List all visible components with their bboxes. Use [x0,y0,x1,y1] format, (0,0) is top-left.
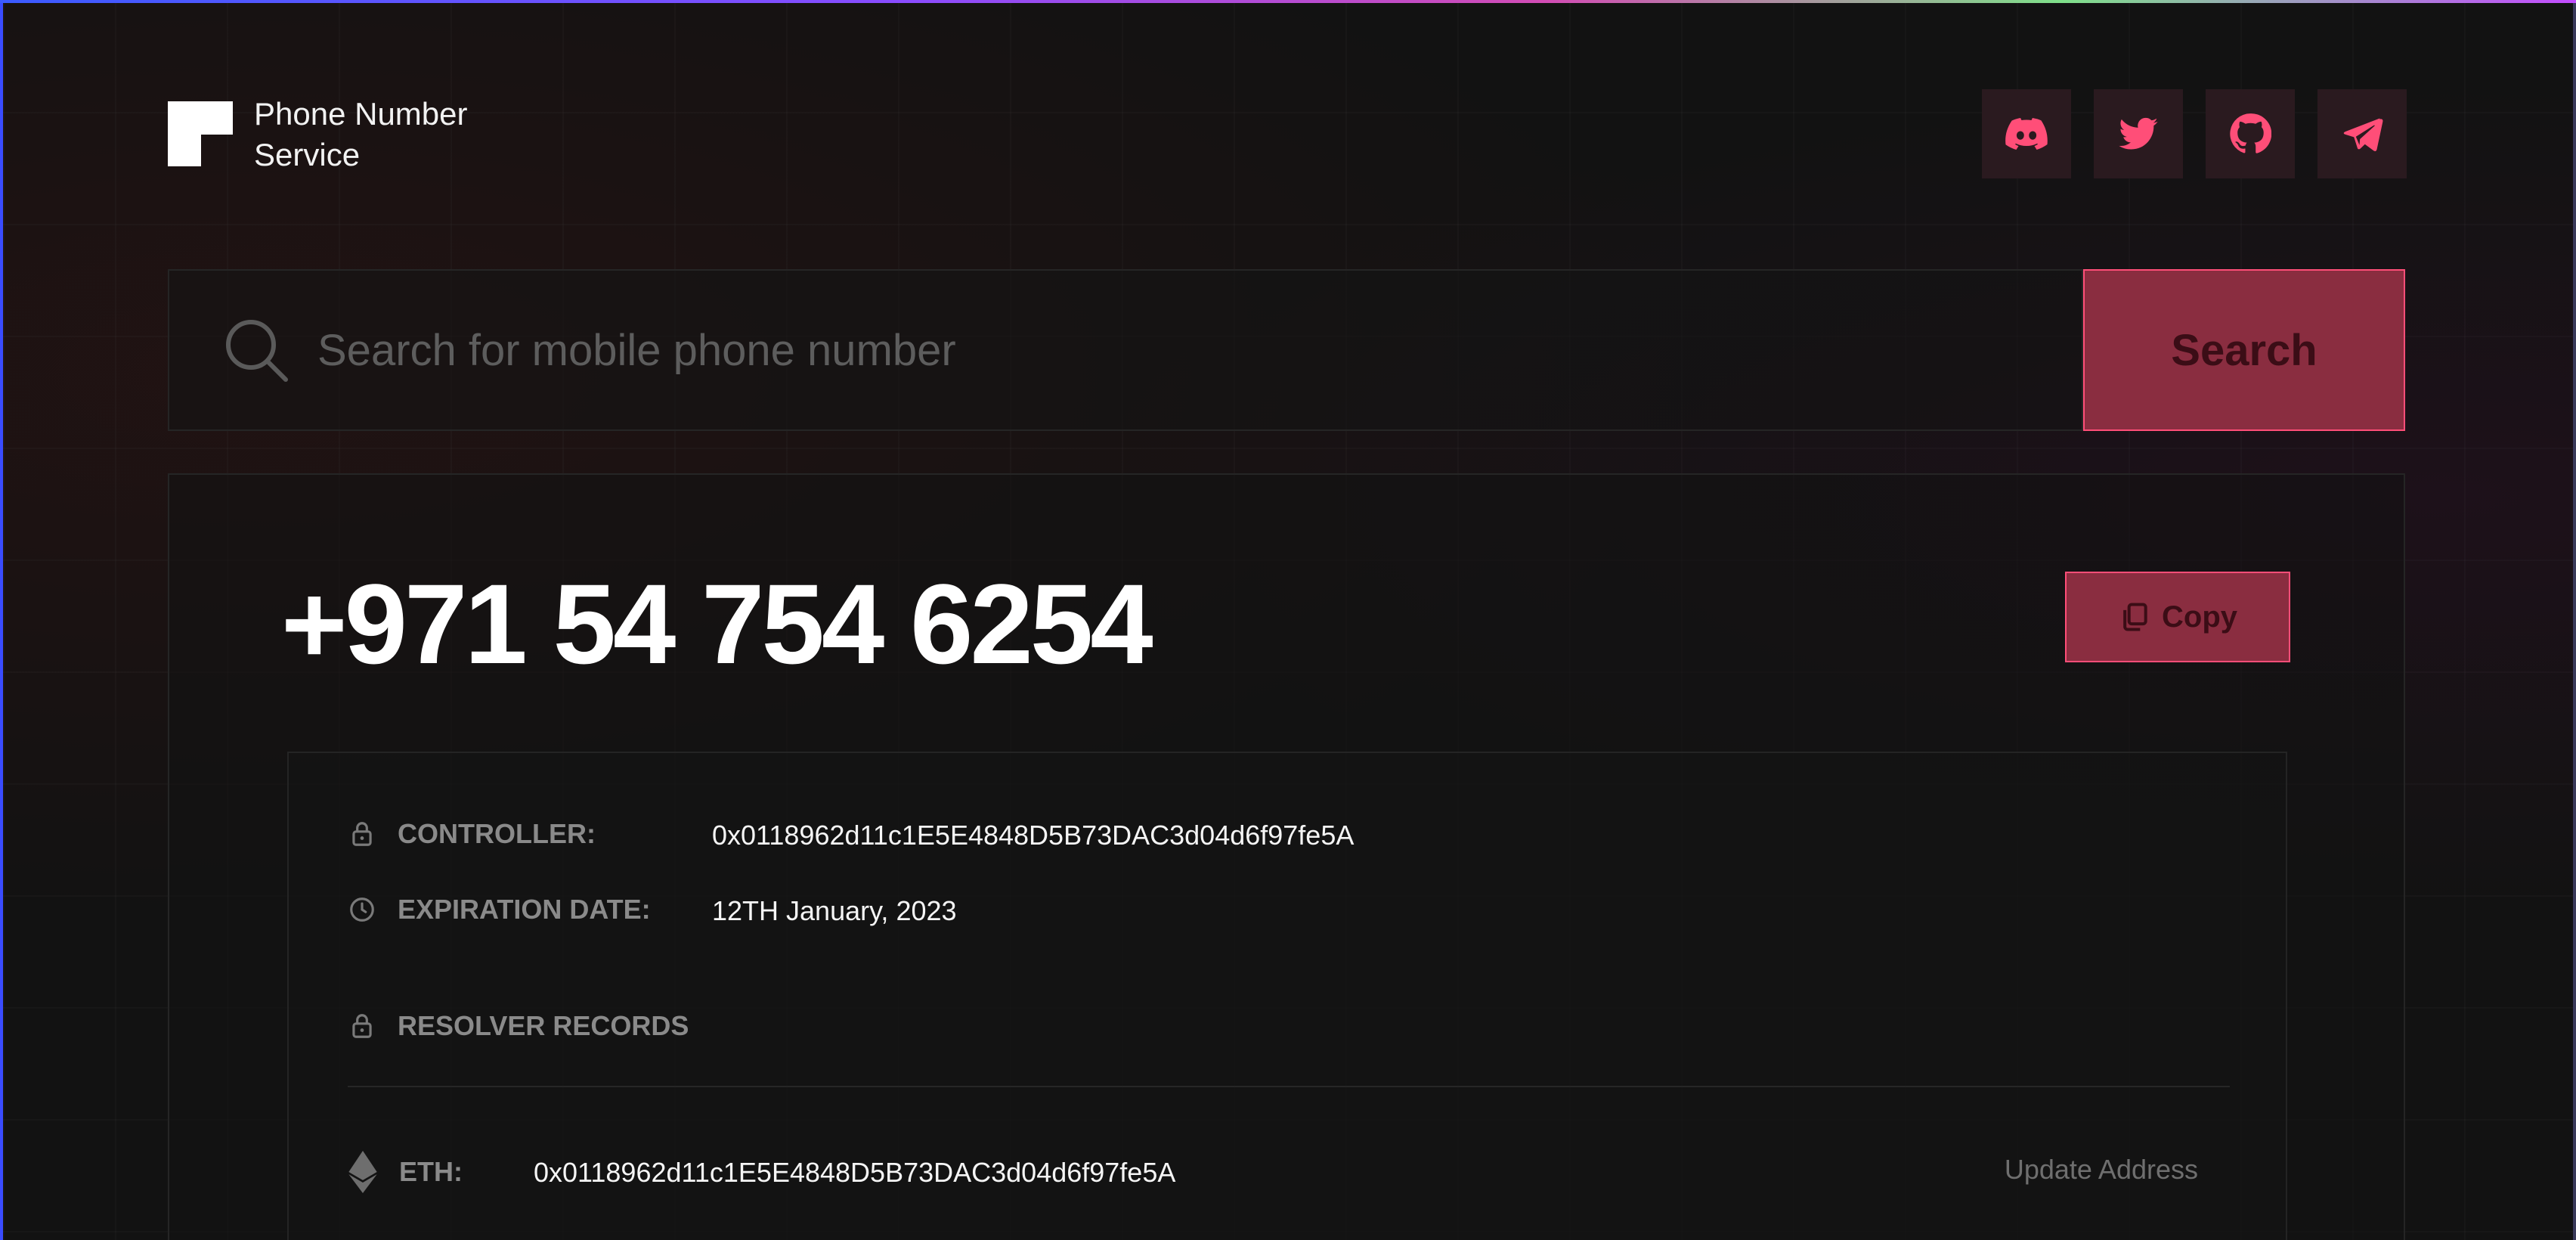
logo-icon[interactable] [168,101,233,166]
social-links [1982,89,2407,178]
update-address-link[interactable]: Update Address [2005,1154,2198,1186]
divider [348,1086,2230,1087]
details-panel: CONTROLLER: 0x0118962d11c1E5E4848D5B73DA… [287,752,2287,1240]
expiration-value: 12TH January, 2023 [712,895,957,926]
record-card: +971 54 754 6254 Copy CONTROLLER: 0x0118… [168,473,2405,1240]
clock-icon [350,897,374,922]
top-gradient-line [0,0,2576,3]
twitter-icon [2119,117,2158,150]
discord-button[interactable] [1982,89,2071,178]
lock-icon [352,822,372,846]
twitter-button[interactable] [2094,89,2183,178]
github-icon [2230,113,2271,153]
search-button[interactable]: Search [2083,269,2405,431]
controller-label: CONTROLLER: [398,818,596,849]
brand-name[interactable]: Phone Number Service [254,94,468,175]
copy-icon [2123,603,2147,631]
telegram-button[interactable] [2317,89,2407,178]
resolver-row: RESOLVER RECORDS [348,1010,689,1042]
brand-line-2: Service [254,137,361,172]
github-button[interactable] [2206,89,2295,178]
copy-label: Copy [2162,600,2237,634]
ethereum-icon [348,1151,377,1193]
search-icon [226,320,288,382]
telegram-icon [2343,118,2383,151]
controller-value: 0x0118962d11c1E5E4848D5B73DAC3d04d6f97fe… [712,820,1355,851]
search-input[interactable] [317,312,2082,388]
expiration-label: EXPIRATION DATE: [398,894,651,925]
search-bar [168,269,2083,431]
copy-button[interactable]: Copy [2065,572,2290,662]
lock-icon [352,1014,372,1038]
eth-label: ETH: [399,1156,463,1187]
controller-row: CONTROLLER: [348,818,596,850]
eth-value: 0x0118962d11c1E5E4848D5B73DAC3d04d6f97fe… [534,1157,1176,1188]
brand-line-1: Phone Number [254,96,468,132]
eth-row: ETH: [348,1151,463,1193]
expiration-row: EXPIRATION DATE: [348,894,651,925]
resolver-label: RESOLVER RECORDS [398,1010,689,1041]
discord-icon [2005,118,2048,150]
phone-number: +971 54 754 6254 [281,560,1153,687]
